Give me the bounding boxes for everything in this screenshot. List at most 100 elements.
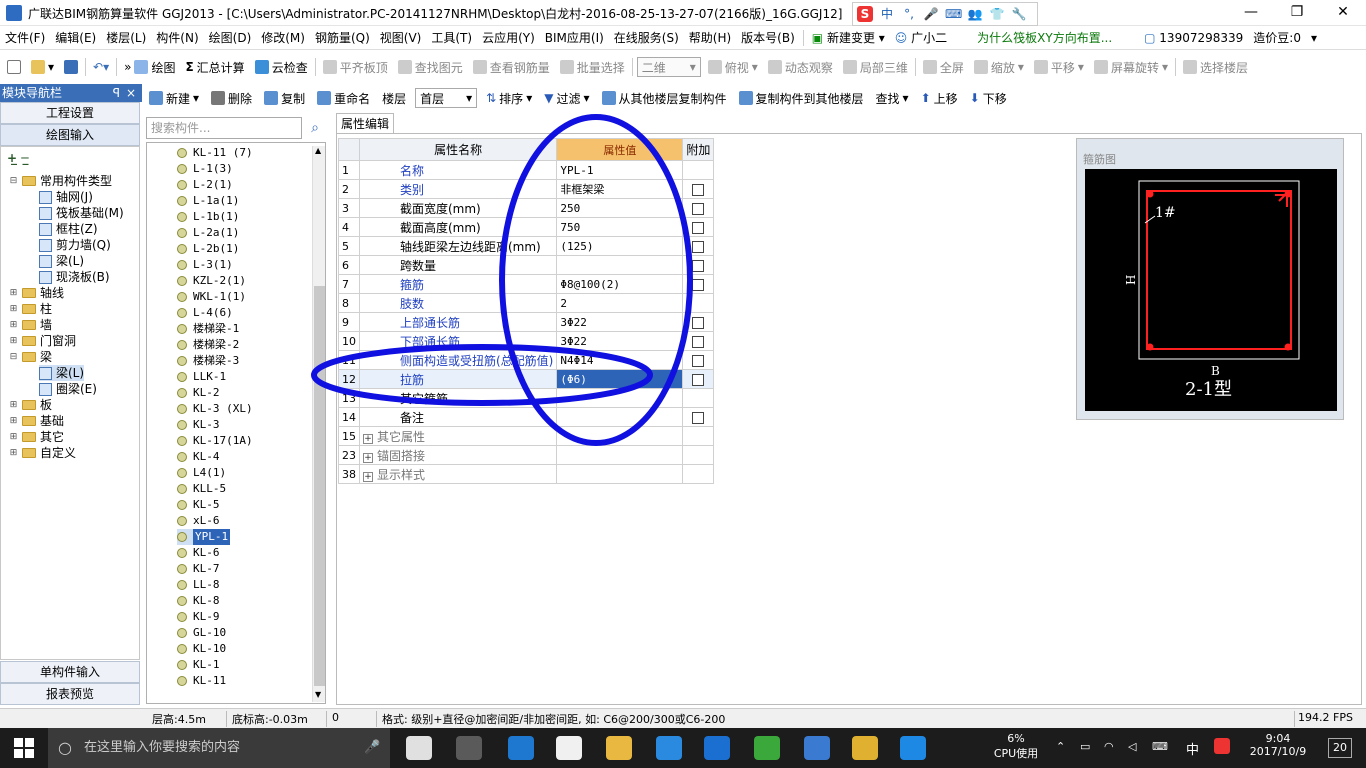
component-item[interactable]: KL-3 [177, 417, 220, 433]
question-link[interactable]: 为什么筏板XY方向布置... [972, 29, 1117, 46]
scroll-down-icon[interactable]: ▼ [315, 690, 321, 699]
property-value[interactable] [556, 464, 684, 484]
ime-mic-icon[interactable]: 🎤 [923, 6, 939, 22]
notification-badge[interactable]: 20 [1328, 738, 1352, 758]
drawing-input-button[interactable]: 绘图输入 [0, 124, 140, 146]
keyboard-icon[interactable]: ⌨ [1152, 740, 1168, 753]
glodon2-app-icon[interactable] [804, 736, 830, 760]
menu-tools[interactable]: 工具(T) [426, 29, 477, 46]
filter-button[interactable]: ▼ 过滤 ▾ [541, 90, 592, 107]
tree-item[interactable]: 现浇板(B) [39, 269, 110, 285]
property-row[interactable]: 11 侧面构造或受扭筋(总配筋值) N4Φ14 [338, 350, 715, 370]
extra-checkbox[interactable] [692, 373, 705, 386]
expand-icon[interactable]: + [363, 452, 373, 463]
component-item[interactable]: 楼梯梁-2 [177, 337, 239, 353]
property-value[interactable] [556, 255, 684, 275]
expand-icon[interactable]: + [363, 433, 373, 444]
component-item[interactable]: LLK-1 [177, 369, 226, 385]
delete-button[interactable]: 删除 [208, 90, 255, 107]
component-item[interactable]: L-3(1) [177, 257, 233, 273]
component-item[interactable]: KL-4 [177, 449, 220, 465]
view-mode-select[interactable]: 二维 ▾ [636, 57, 701, 77]
component-item[interactable]: 楼梯梁-1 [177, 321, 239, 337]
property-value[interactable]: (125) [556, 236, 684, 256]
component-item[interactable]: L-2a(1) [177, 225, 239, 241]
property-row[interactable]: 23 + 锚固搭接 [338, 445, 715, 465]
expand-icon[interactable]: ⊞ [9, 413, 18, 429]
extra-checkbox[interactable] [692, 316, 705, 329]
find-button[interactable]: 查找 ▾ [873, 90, 912, 107]
move-up-button[interactable]: ⬆ 上移 [918, 90, 961, 107]
component-item[interactable]: KL-1 [177, 657, 220, 673]
collapse-icon[interactable]: ⊟ [9, 349, 18, 365]
tree-item[interactable]: 梁(L) [39, 365, 85, 381]
sogou-tray-icon[interactable] [1214, 738, 1230, 754]
menu-view[interactable]: 视图(V) [375, 29, 427, 46]
tree-item[interactable]: ⊞ 基础 [9, 413, 64, 429]
tree-item[interactable]: 梁(L) [39, 253, 84, 269]
component-search-input[interactable]: 搜索构件... [146, 117, 302, 139]
rotate-button[interactable]: 屏幕旋转 ▾ [1091, 59, 1171, 76]
active-app-icon[interactable] [900, 736, 926, 760]
component-item[interactable]: L-1b(1) [177, 209, 239, 225]
component-item[interactable]: L-1a(1) [177, 193, 239, 209]
tree-item[interactable]: 圈梁(E) [39, 381, 97, 397]
property-row[interactable]: 2 类别 非框架梁 [338, 179, 715, 199]
property-value[interactable]: YPL-1 [556, 160, 684, 180]
extra-checkbox[interactable] [692, 335, 705, 348]
component-item[interactable]: 楼梯梁-3 [177, 353, 239, 369]
ie-app-icon[interactable] [656, 736, 682, 760]
property-row[interactable]: 12 拉筋 (Φ6) [338, 369, 715, 389]
collapse-icon[interactable]: ⊟ [9, 173, 18, 189]
property-value[interactable]: 750 [556, 217, 684, 237]
glodon-app-icon[interactable] [704, 736, 730, 760]
wifi-icon[interactable]: ◠ [1104, 740, 1114, 753]
component-item[interactable]: KL-17(1A) [177, 433, 253, 449]
tree-item[interactable]: 筏板基础(M) [39, 205, 124, 221]
move-down-button[interactable]: ⬇ 下移 [967, 90, 1010, 107]
property-value[interactable]: 3Φ22 [556, 331, 684, 351]
ime-chinese-icon[interactable]: 中 [879, 6, 895, 22]
menu-modify[interactable]: 修改(M) [256, 29, 310, 46]
sum-button[interactable]: Σ 汇总计算 [182, 59, 247, 76]
property-value[interactable]: (Φ6) [556, 369, 684, 389]
view-rebar-button[interactable]: 查看钢筋量 [470, 59, 553, 76]
extra-checkbox[interactable] [692, 411, 705, 424]
extra-checkbox[interactable] [692, 278, 705, 291]
component-item[interactable]: KZL-2(1) [177, 273, 246, 289]
property-value[interactable]: N4Φ14 [556, 350, 684, 370]
property-value[interactable]: 3Φ22 [556, 312, 684, 332]
expand-icon[interactable]: ⊞ [9, 397, 18, 413]
tab-property-edit[interactable]: 属性编辑 [336, 113, 394, 133]
align-top-button[interactable]: 平齐板顶 [320, 59, 391, 76]
scroll-up-icon[interactable]: ▲ [315, 146, 321, 155]
ime-keyboard-icon[interactable]: ⌨ [945, 6, 962, 22]
close-icon[interactable]: ✕ [1320, 0, 1366, 26]
cpu-usage[interactable]: 6% CPU使用 [988, 732, 1044, 761]
save-icon[interactable] [61, 60, 81, 74]
ime-user-icon[interactable]: 👥 [967, 6, 983, 22]
property-row[interactable]: 5 轴线距梁左边线距离(mm) (125) [338, 236, 715, 256]
local-3d-button[interactable]: 局部三维 [840, 59, 911, 76]
ime-punct-icon[interactable]: °, [901, 6, 917, 22]
component-item[interactable]: KL-8 [177, 593, 220, 609]
taskview-app-icon[interactable] [406, 736, 432, 760]
menu-version[interactable]: 版本号(B) [736, 29, 800, 46]
component-item[interactable]: GL-10 [177, 625, 226, 641]
property-value[interactable]: 非框架梁 [556, 179, 684, 199]
search-icon[interactable]: ⌕ [304, 117, 326, 139]
tree-item[interactable]: 框柱(Z) [39, 221, 98, 237]
property-row[interactable]: 15 + 其它属性 [338, 426, 715, 446]
component-item[interactable]: xL-6 [177, 513, 220, 529]
expand-icon[interactable]: + [363, 471, 373, 482]
property-row[interactable]: 3 截面宽度(mm) 250 [338, 198, 715, 218]
tree-item[interactable]: ⊞ 墙 [9, 317, 52, 333]
property-value[interactable] [556, 426, 684, 446]
component-item[interactable]: KL-3 (XL) [177, 401, 253, 417]
property-value[interactable] [556, 445, 684, 465]
menu-help[interactable]: 帮助(H) [684, 29, 736, 46]
new-component-button[interactable]: 新建 ▾ [146, 90, 202, 107]
tree-item[interactable]: ⊞ 板 [9, 397, 52, 413]
component-item[interactable]: L-1(3) [177, 161, 233, 177]
property-value[interactable] [556, 388, 684, 408]
